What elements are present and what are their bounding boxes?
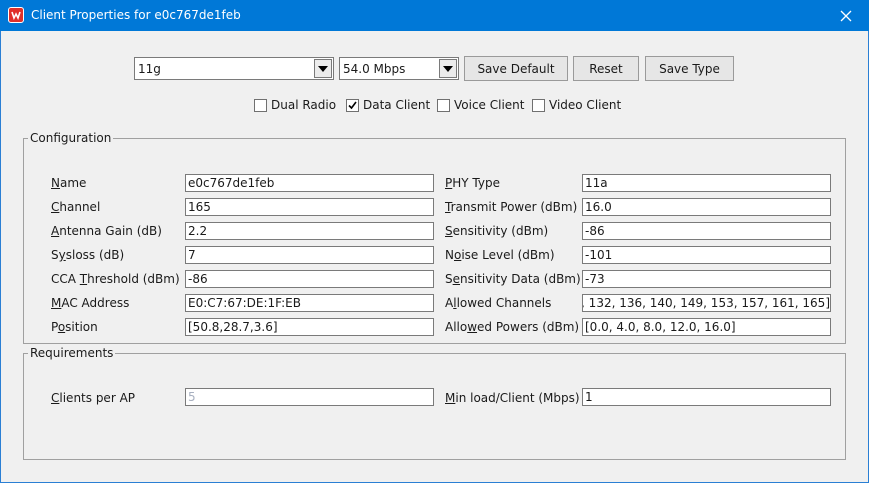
clients-per-ap-label: Clients per AP	[51, 391, 136, 405]
allowed-channels-field[interactable]: , 128, 132, 136, 140, 149, 153, 157, 161…	[582, 294, 831, 312]
sysloss-field[interactable]: 7	[185, 246, 434, 264]
mode-dropdown-button[interactable]	[314, 59, 332, 78]
checkbox-box[interactable]	[437, 98, 450, 112]
reset-button[interactable]: Reset	[573, 56, 639, 81]
dual-radio-checkbox[interactable]: Dual Radio	[254, 97, 336, 113]
chevron-down-icon	[318, 65, 328, 72]
dual-radio-label: Dual Radio	[271, 98, 337, 112]
rate-dropdown-button[interactable]	[439, 59, 457, 78]
channel-label: Channel	[51, 200, 101, 214]
checkbox-box[interactable]	[532, 98, 545, 112]
title-bar: Client Properties for e0c767de1feb	[0, 0, 869, 31]
mac-address-label: MAC Address	[51, 296, 130, 310]
antenna-gain-label: Antenna Gain (dB)	[51, 224, 162, 238]
data-client-label: Data Client	[363, 98, 431, 112]
transmit-power-field[interactable]: 16.0	[582, 198, 831, 216]
mode-combobox[interactable]: 11g	[134, 57, 334, 80]
noise-level-field[interactable]: -101	[582, 246, 831, 264]
antenna-gain-field[interactable]: 2.2	[185, 222, 434, 240]
save-type-button[interactable]: Save Type	[645, 56, 734, 81]
channel-field[interactable]: 165	[185, 198, 434, 216]
rate-value: 54.0 Mbps	[343, 62, 406, 76]
checkbox-box[interactable]	[346, 98, 359, 112]
cca-threshold-label: CCA Threshold (dBm)	[51, 272, 180, 286]
clients-per-ap-field: 5	[185, 388, 434, 406]
sensitivity-data-field[interactable]: -73	[582, 270, 831, 288]
window-title: Client Properties for e0c767de1feb	[31, 8, 241, 22]
checkbox-box[interactable]	[254, 98, 267, 112]
save-default-button[interactable]: Save Default	[464, 56, 568, 81]
voice-client-label: Voice Client	[454, 98, 525, 112]
sensitivity-field[interactable]: -86	[582, 222, 831, 240]
allowed-channels-label: Allowed Channels	[445, 296, 552, 310]
sysloss-label: Sysloss (dB)	[51, 248, 125, 262]
phy-type-field[interactable]: 11a	[582, 174, 831, 192]
close-button[interactable]	[823, 0, 869, 31]
data-client-checkbox[interactable]: Data Client	[346, 97, 430, 113]
requirements-group: Requirements	[23, 346, 846, 460]
mode-value: 11g	[138, 62, 161, 76]
checkmark-icon	[348, 101, 357, 109]
name-field[interactable]: e0c767de1feb	[185, 174, 434, 192]
voice-client-checkbox[interactable]: Voice Client	[437, 97, 525, 113]
allowed-powers-label: Allowed Powers (dBm)	[445, 320, 580, 334]
allowed-channels-value: , 128, 132, 136, 140, 149, 153, 157, 161…	[583, 296, 830, 310]
position-label: Position	[51, 320, 98, 334]
chevron-down-icon	[443, 65, 453, 72]
transmit-power-label: Transmit Power (dBm)	[445, 200, 578, 214]
allowed-powers-field[interactable]: [0.0, 4.0, 8.0, 12.0, 16.0]	[582, 318, 831, 336]
cca-threshold-field[interactable]: -86	[185, 270, 434, 288]
close-icon	[840, 10, 852, 21]
configuration-title: Configuration	[28, 131, 114, 145]
min-load-field[interactable]: 1	[582, 388, 831, 406]
configuration-group: Configuration	[23, 131, 846, 344]
rate-combobox[interactable]: 54.0 Mbps	[339, 57, 459, 80]
noise-level-label: Noise Level (dBm)	[445, 248, 555, 262]
name-label: Name	[51, 176, 87, 190]
sensitivity-label: Sensitivity (dBm)	[445, 224, 549, 238]
requirements-title: Requirements	[28, 346, 116, 360]
video-client-label: Video Client	[549, 98, 622, 112]
min-load-label: Min load/Client (Mbps)	[445, 391, 580, 405]
app-logo-icon	[8, 7, 24, 23]
mac-address-field[interactable]: E0:C7:67:DE:1F:EB	[185, 294, 434, 312]
video-client-checkbox[interactable]: Video Client	[532, 97, 621, 113]
sensitivity-data-label: Sensitivity Data (dBm)	[445, 272, 581, 286]
phy-type-label: PHY Type	[445, 176, 500, 190]
position-field[interactable]: [50.8,28.7,3.6]	[185, 318, 434, 336]
